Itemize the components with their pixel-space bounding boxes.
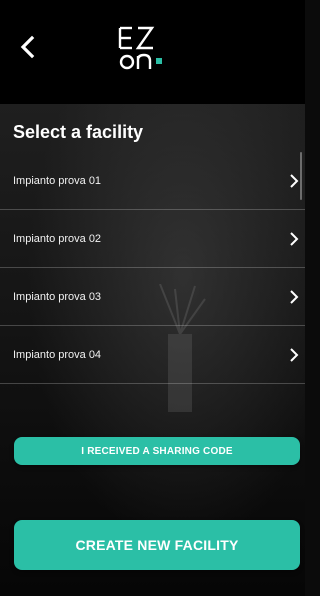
back-button[interactable] <box>10 30 44 64</box>
chevron-right-icon <box>290 289 299 304</box>
facility-item[interactable]: Impianto prova 01 <box>0 152 305 210</box>
ezon-logo <box>118 26 162 70</box>
chevron-left-icon <box>20 35 35 59</box>
facility-label: Impianto prova 03 <box>13 290 102 303</box>
page-title: Select a facility <box>13 122 144 142</box>
chevron-right-icon <box>290 231 299 246</box>
facility-list: Impianto prova 01 Impianto prova 02 Impi… <box>0 152 305 384</box>
facility-label: Impianto prova 01 <box>13 174 102 187</box>
facility-label: Impianto prova 04 <box>13 348 102 361</box>
chevron-right-icon <box>290 347 299 362</box>
top-bar <box>0 0 305 104</box>
chevron-right-icon <box>290 173 299 188</box>
facility-item[interactable]: Impianto prova 02 <box>0 210 305 268</box>
sharing-code-button[interactable]: I RECEIVED A SHARING CODE <box>14 437 300 465</box>
facility-label: Impianto prova 02 <box>13 232 102 245</box>
facility-item[interactable]: Impianto prova 04 <box>0 326 305 384</box>
facility-item[interactable]: Impianto prova 03 <box>0 268 305 326</box>
create-facility-button[interactable]: CREATE NEW FACILITY <box>14 520 300 570</box>
